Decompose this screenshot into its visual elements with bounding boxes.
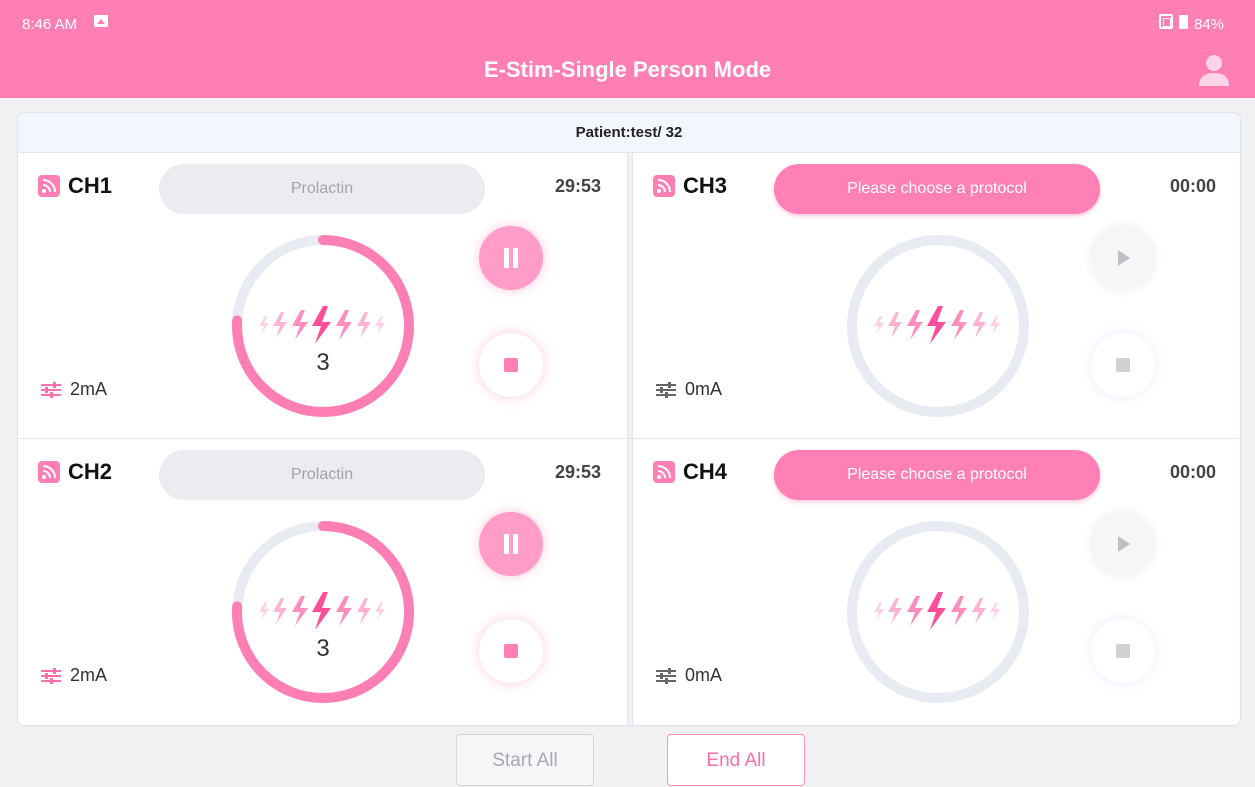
intensity-ring <box>232 521 414 703</box>
protocol-selector[interactable]: Prolactin <box>159 450 485 500</box>
channel-card-ch2: CH2 Prolactin 29:53 3 2mA <box>18 439 627 725</box>
intensity-ring <box>847 235 1029 417</box>
stop-button[interactable] <box>479 333 543 397</box>
sliders-icon[interactable] <box>655 668 677 684</box>
play-button[interactable] <box>1091 226 1155 290</box>
signal-icon <box>38 175 60 197</box>
lightning-icon <box>259 592 385 630</box>
gallery-icon <box>94 15 108 27</box>
channel-label: CH3 <box>683 173 728 198</box>
channel-panel: Patient:test/ 32 CH1 Prolactin 29:53 3 2… <box>17 112 1241 726</box>
profile-icon[interactable] <box>1197 52 1231 88</box>
end-all-button[interactable]: End All <box>667 734 805 786</box>
sliders-icon[interactable] <box>40 668 62 684</box>
stop-button[interactable] <box>1091 333 1155 397</box>
signal-icon <box>653 461 675 483</box>
sliders-icon[interactable] <box>40 382 62 398</box>
status-time: 8:46 AM <box>22 16 78 33</box>
status-bar: 8:46 AM 84% <box>0 0 1255 44</box>
protocol-selector[interactable]: Please choose a protocol <box>774 164 1100 214</box>
intensity-value: 2mA <box>70 379 108 399</box>
lightning-icon <box>874 592 1000 630</box>
play-button[interactable] <box>1091 512 1155 576</box>
pause-button[interactable] <box>479 226 543 290</box>
nfc-icon <box>1159 14 1173 29</box>
start-all-button[interactable]: Start All <box>456 734 594 786</box>
intensity-value: 2mA <box>70 665 108 685</box>
channel-label: CH1 <box>68 173 113 198</box>
channel-card-ch4: CH4 Please choose a protocol 00:00 0mA <box>633 439 1240 725</box>
channel-label: CH2 <box>68 459 113 484</box>
signal-icon <box>38 461 60 483</box>
lightning-icon <box>874 306 1000 344</box>
battery-level: 84% <box>1194 16 1225 33</box>
protocol-selector[interactable]: Please choose a protocol <box>774 450 1100 500</box>
intensity-value: 0mA <box>685 665 723 685</box>
channel-timer: 00:00 <box>1169 176 1216 196</box>
protocol-selector[interactable]: Prolactin <box>159 164 485 214</box>
pause-button[interactable] <box>479 512 543 576</box>
stop-button[interactable] <box>479 619 543 683</box>
lightning-icon <box>259 306 385 344</box>
title-bar: E-Stim-Single Person Mode <box>0 44 1255 98</box>
patient-info: Patient:test/ 32 <box>18 113 1240 153</box>
stop-button[interactable] <box>1091 619 1155 683</box>
channel-label: CH4 <box>683 459 728 484</box>
intensity-value: 0mA <box>685 379 723 399</box>
sliders-icon[interactable] <box>655 382 677 398</box>
intensity-ring <box>232 235 414 417</box>
battery-icon <box>1179 15 1188 29</box>
level-value: 3 <box>316 349 330 376</box>
channel-timer: 00:00 <box>1169 462 1216 482</box>
intensity-ring <box>847 521 1029 703</box>
page-title: E-Stim-Single Person Mode <box>483 57 772 82</box>
channel-card-ch1: CH1 Prolactin 29:53 3 2mA <box>18 153 627 438</box>
level-value: 3 <box>316 635 330 662</box>
signal-icon <box>653 175 675 197</box>
channel-timer: 29:53 <box>554 462 601 482</box>
channel-timer: 29:53 <box>554 176 601 196</box>
channel-card-ch3: CH3 Please choose a protocol 00:00 0mA <box>633 153 1240 438</box>
